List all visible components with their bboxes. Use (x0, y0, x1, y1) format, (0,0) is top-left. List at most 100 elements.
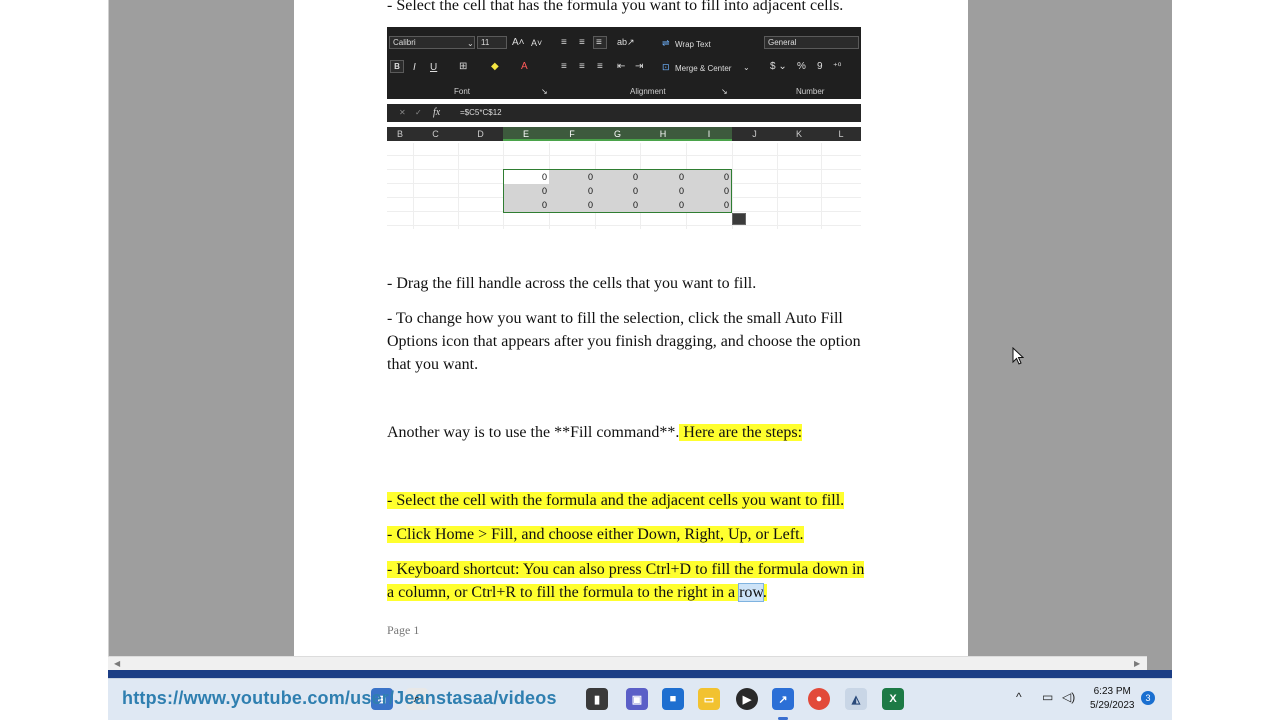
fx-icon: fx (433, 107, 441, 118)
font-size-box: 11 (477, 36, 507, 49)
scroll-left-icon[interactable]: ◀ (114, 659, 120, 668)
indent-decrease-icon: ⇤ (617, 61, 626, 72)
scroll-right-icon[interactable]: ▶ (1134, 659, 1140, 668)
network-icon[interactable]: ▭ (1042, 690, 1053, 704)
cell-value: 0 (678, 172, 684, 182)
column-header: H (640, 127, 686, 141)
system-clock[interactable]: 6:23 PM 5/29/2023 (1090, 685, 1135, 713)
step-keyboard-2-highlight: a column, or Ctrl+R to fill the formula … (387, 584, 740, 601)
notification-badge[interactable]: 3 (1141, 691, 1155, 705)
cell-value: 0 (587, 186, 593, 196)
channel-url-overlay: https://www.youtube.com/user/Jeanstasaa/… (122, 688, 557, 708)
decrease-font-icon: A˅ (531, 38, 543, 48)
column-header: C (432, 129, 439, 139)
page-number: Page 1 (387, 623, 420, 637)
font-color-icon: A (521, 61, 528, 72)
percent-icon: % (797, 61, 806, 72)
step-home-highlight: - Click Home > Fill, and choose either D… (387, 526, 804, 543)
font-name-chevron-icon: ⌄ (467, 39, 474, 48)
cell-value: 0 (632, 200, 638, 210)
doc-line-another-way: Another way is to use the **Fill command… (387, 421, 803, 444)
tray-overflow-chevron-icon[interactable]: ^ (1016, 690, 1022, 704)
cell-value: 0 (723, 186, 729, 196)
column-header: G (595, 127, 640, 141)
doc-line-step-select: - Select the cell with the formula and t… (387, 489, 845, 512)
merge-center-label: Merge & Center (675, 64, 732, 73)
group-font-label: Font (454, 87, 471, 96)
column-header: E (503, 127, 549, 141)
doc-line-select-cell: - Select the cell that has the formula y… (387, 0, 844, 14)
borders-icon: ⊞ (459, 61, 468, 72)
excel-icon[interactable]: X (882, 688, 904, 710)
cancel-icon: ✕ (399, 108, 406, 117)
indent-increase-icon: ⇥ (635, 61, 644, 72)
enter-icon: ✓ (415, 108, 422, 117)
screen: - Select the cell that has the formula y… (0, 0, 1280, 720)
merge-chevron-icon: ⌄ (743, 63, 750, 72)
excel-screenshot-image: Calibri ⌄ 11 A˄ A˅ B I U ⊞ ◆ A ≡ ≡ ≡ ab↗… (387, 27, 861, 229)
step-select-highlight: - Select the cell with the formula and t… (387, 492, 845, 509)
formula-bar: ✕ ✓ fx =$C5*C$12 (387, 104, 861, 122)
doc-line-step-keyboard-1: - Keyboard shortcut: You can also press … (387, 558, 865, 581)
step-keyboard-2-period: . (762, 584, 767, 601)
column-header: L (838, 129, 844, 139)
align-left-icon: ≡ (561, 61, 567, 72)
align-right-icon: ≡ (597, 61, 603, 72)
task-view-icon[interactable]: ▮ (586, 688, 608, 710)
chart-app-icon[interactable]: ◭ (845, 688, 867, 710)
media-player-icon[interactable]: ▶ (736, 688, 758, 710)
volume-icon[interactable]: ◁) (1062, 690, 1075, 704)
cell-value: 0 (587, 200, 593, 210)
column-header: K (795, 129, 802, 139)
doc-line-step-home: - Click Home > Fill, and choose either D… (387, 523, 804, 546)
column-header: I (686, 127, 732, 141)
wrap-text-icon: ⇌ (662, 38, 670, 48)
align-middle-icon: ≡ (579, 37, 585, 48)
align-center-icon: ≡ (579, 61, 585, 72)
app-bottom-bar (108, 670, 1172, 678)
doc-line-change-3: that you want. (387, 356, 479, 373)
horizontal-scrollbar[interactable]: ◀ ▶ (108, 656, 1147, 670)
comma-icon: 9 (817, 61, 823, 72)
underline-button: U (430, 62, 438, 73)
left-margin (0, 0, 108, 720)
font-dialog-launcher-icon: ↘ (541, 87, 548, 96)
clock-date: 5/29/2023 (1090, 700, 1135, 711)
orientation-icon: ab↗ (617, 37, 635, 47)
excel-ribbon: Calibri ⌄ 11 A˄ A˅ B I U ⊞ ◆ A ≡ ≡ ≡ ab↗… (387, 27, 861, 99)
cell-value: 0 (632, 172, 638, 182)
chrome-icon[interactable]: ● (808, 688, 830, 710)
cell-value: 0 (541, 186, 547, 196)
word-document-window: - Select the cell that has the formula y… (108, 0, 1172, 678)
selected-word-row[interactable]: row (738, 583, 764, 602)
alignment-dialog-launcher-icon: ↘ (721, 87, 728, 96)
merge-center-icon: ⊡ (662, 62, 670, 72)
steps-intro-highlight: Here are the steps: (679, 424, 803, 441)
column-header: D (477, 129, 484, 139)
cell-value: 0 (723, 172, 729, 182)
group-number-label: Number (796, 87, 825, 96)
another-way-text: Another way is to use the **Fill command… (387, 424, 680, 441)
cell-value: 0 (678, 200, 684, 210)
cell-value: 0 (541, 172, 547, 182)
stock-app-icon[interactable]: ↗ (772, 688, 794, 710)
file-explorer-icon[interactable]: ▭ (698, 688, 720, 710)
currency-icon: $ ⌄ (770, 61, 787, 72)
decimal-icon: ⁺⁰ (833, 61, 842, 71)
group-alignment-label: Alignment (630, 87, 666, 96)
cell-value: 0 (678, 186, 684, 196)
cell-value: 0 (541, 200, 547, 210)
store-icon[interactable]: ■ (662, 688, 684, 710)
cell-value: 0 (632, 186, 638, 196)
cell-value: 0 (587, 172, 593, 182)
doc-line-change-2: Options icon that appears after you fini… (387, 333, 861, 350)
document-page[interactable]: - Select the cell that has the formula y… (294, 0, 968, 656)
step-keyboard-1-highlight: - Keyboard shortcut: You can also press … (387, 561, 865, 578)
doc-line-step-keyboard-2: a column, or Ctrl+R to fill the formula … (387, 581, 767, 604)
increase-font-icon: A˄ (512, 37, 525, 48)
formula-text: =$C5*C$12 (460, 108, 502, 117)
teams-icon[interactable]: ▣ (626, 688, 648, 710)
clock-time: 6:23 PM (1093, 686, 1131, 697)
doc-line-change-1: - To change how you want to fill the sel… (387, 310, 843, 327)
fill-color-icon: ◆ (491, 61, 499, 72)
